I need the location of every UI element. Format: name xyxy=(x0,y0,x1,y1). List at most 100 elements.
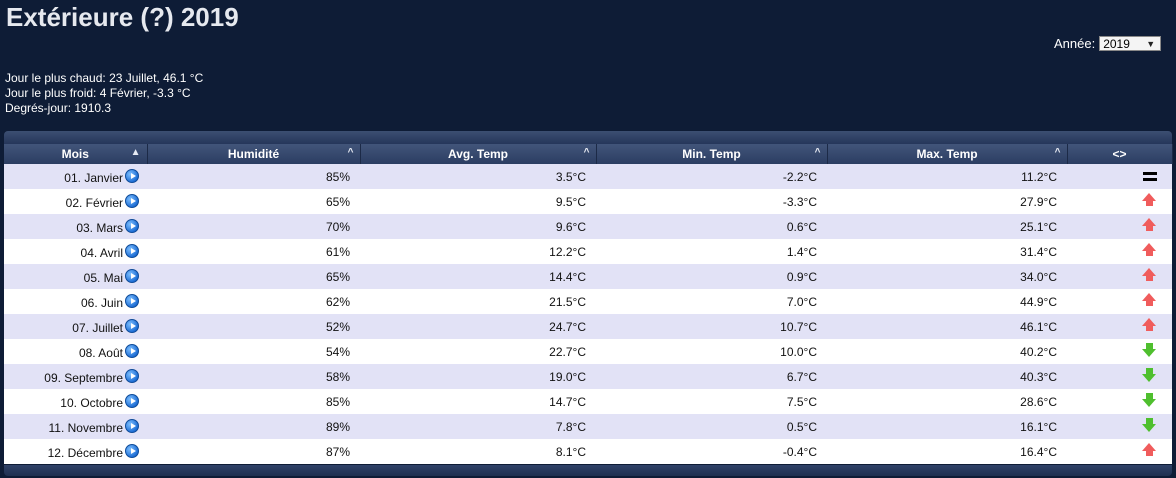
play-icon[interactable] xyxy=(125,243,139,258)
header-min-temp[interactable]: Min. Temp ^ xyxy=(596,144,828,164)
cell-humidity: 54% xyxy=(147,339,360,364)
cell-trend xyxy=(1067,364,1172,389)
table-body: 01. Janvier 85% 3.5°C -2.2°C 11.2°C 02. Févri… xyxy=(4,164,1172,464)
cell-min-temp: 0.6°C xyxy=(596,214,827,239)
cell-min-temp: 10.7°C xyxy=(596,314,827,339)
table-row: 07. Juillet 52% 24.7°C 10.7°C 46.1°C xyxy=(4,314,1172,339)
month-label: 04. Avril xyxy=(80,245,123,260)
month-label: 12. Décembre xyxy=(47,445,123,460)
cell-month: 01. Janvier xyxy=(4,164,147,189)
table-row: 09. Septembre 58% 19.0°C 6.7°C 40.3°C xyxy=(4,364,1172,389)
arrow-up-icon xyxy=(1142,243,1157,257)
cell-month: 10. Octobre xyxy=(4,389,147,414)
month-label: 03. Mars xyxy=(76,220,123,235)
cell-avg-temp: 12.2°C xyxy=(360,239,596,264)
cell-min-temp: -0.4°C xyxy=(596,439,827,464)
cell-trend xyxy=(1067,164,1172,189)
cell-min-temp: 0.5°C xyxy=(596,414,827,439)
cell-trend xyxy=(1067,439,1172,464)
play-icon[interactable] xyxy=(125,393,139,408)
cell-trend xyxy=(1067,339,1172,364)
header-max-temp[interactable]: Max. Temp ^ xyxy=(827,144,1068,164)
cell-avg-temp: 8.1°C xyxy=(360,439,596,464)
equal-icon xyxy=(1142,171,1157,181)
cell-month: 07. Juillet xyxy=(4,314,147,339)
cell-max-temp: 31.4°C xyxy=(827,239,1067,264)
header-avg-temp[interactable]: Avg. Temp ^ xyxy=(360,144,597,164)
arrow-down-icon xyxy=(1142,343,1157,357)
cell-month: 06. Juin xyxy=(4,289,147,314)
cell-avg-temp: 7.8°C xyxy=(360,414,596,439)
header-mois[interactable]: Mois ▲ xyxy=(4,144,148,164)
year-select[interactable]: 2019 ▼ xyxy=(1099,36,1162,51)
page-title: Extérieure (?) 2019 xyxy=(6,2,239,32)
month-label: 08. Août xyxy=(78,345,123,360)
cell-avg-temp: 9.6°C xyxy=(360,214,596,239)
play-icon[interactable] xyxy=(125,218,139,233)
month-label: 07. Juillet xyxy=(72,320,123,335)
sort-icon: ^ xyxy=(583,147,590,158)
cell-month: 05. Mai xyxy=(4,264,147,289)
table-row: 10. Octobre 85% 14.7°C 7.5°C 28.6°C xyxy=(4,389,1172,414)
sort-icon: ^ xyxy=(1054,147,1061,158)
table-header-row: Mois ▲ Humidité ^ Avg. Temp ^ Min. Temp ^ Ma… xyxy=(4,144,1173,164)
cell-min-temp: -2.2°C xyxy=(596,164,827,189)
table-row: 05. Mai 65% 14.4°C 0.9°C 34.0°C xyxy=(4,264,1172,289)
table-row: 06. Juin 62% 21.5°C 7.0°C 44.9°C xyxy=(4,289,1172,314)
table-bottom-bar xyxy=(4,465,1172,476)
cell-trend xyxy=(1067,214,1172,239)
cell-humidity: 85% xyxy=(147,164,360,189)
cell-avg-temp: 22.7°C xyxy=(360,339,596,364)
header-trend[interactable]: <> xyxy=(1067,144,1173,164)
arrow-down-icon xyxy=(1142,418,1157,432)
cell-avg-temp: 3.5°C xyxy=(360,164,596,189)
cell-max-temp: 11.2°C xyxy=(827,164,1067,189)
arrow-up-icon xyxy=(1142,193,1157,207)
cell-max-temp: 40.2°C xyxy=(827,339,1067,364)
year-selector: Année: 2019 ▼ xyxy=(1054,36,1162,51)
play-icon[interactable] xyxy=(125,318,139,333)
month-label: 06. Juin xyxy=(80,295,123,310)
year-label: Année: xyxy=(1054,36,1096,51)
cell-trend xyxy=(1067,239,1172,264)
cell-humidity: 58% xyxy=(147,364,360,389)
header-humidite[interactable]: Humidité ^ xyxy=(147,144,361,164)
arrow-up-icon xyxy=(1142,218,1157,232)
play-icon[interactable] xyxy=(125,418,139,433)
cell-avg-temp: 14.7°C xyxy=(360,389,596,414)
cell-max-temp: 28.6°C xyxy=(827,389,1067,414)
arrow-down-icon xyxy=(1142,368,1157,382)
play-icon[interactable] xyxy=(125,368,139,383)
cell-humidity: 70% xyxy=(147,214,360,239)
table-row: 03. Mars 70% 9.6°C 0.6°C 25.1°C xyxy=(4,214,1172,239)
month-label: 09. Septembre xyxy=(44,370,123,385)
cell-trend xyxy=(1067,189,1172,214)
table-row: 02. Février 65% 9.5°C -3.3°C 27.9°C xyxy=(4,189,1172,214)
play-icon[interactable] xyxy=(125,168,139,183)
cell-min-temp: 6.7°C xyxy=(596,364,827,389)
play-icon[interactable] xyxy=(125,343,139,358)
play-icon[interactable] xyxy=(125,268,139,283)
play-icon[interactable] xyxy=(125,293,139,308)
cell-humidity: 85% xyxy=(147,389,360,414)
cell-trend xyxy=(1067,414,1172,439)
cell-min-temp: 7.5°C xyxy=(596,389,827,414)
cell-max-temp: 16.4°C xyxy=(827,439,1067,464)
year-value: 2019 xyxy=(1103,36,1130,51)
cell-trend xyxy=(1067,264,1172,289)
cell-trend xyxy=(1067,389,1172,414)
cell-min-temp: 0.9°C xyxy=(596,264,827,289)
play-icon[interactable] xyxy=(125,193,139,208)
table-row: 01. Janvier 85% 3.5°C -2.2°C 11.2°C xyxy=(4,164,1172,189)
cell-max-temp: 40.3°C xyxy=(827,364,1067,389)
arrow-up-icon xyxy=(1142,293,1157,307)
arrow-up-icon xyxy=(1142,268,1157,282)
cell-avg-temp: 9.5°C xyxy=(360,189,596,214)
cell-month: 08. Août xyxy=(4,339,147,364)
sort-icon: ^ xyxy=(814,147,821,158)
month-label: 10. Octobre xyxy=(60,395,123,410)
play-icon[interactable] xyxy=(125,443,139,458)
cell-humidity: 61% xyxy=(147,239,360,264)
cell-avg-temp: 14.4°C xyxy=(360,264,596,289)
cell-humidity: 62% xyxy=(147,289,360,314)
